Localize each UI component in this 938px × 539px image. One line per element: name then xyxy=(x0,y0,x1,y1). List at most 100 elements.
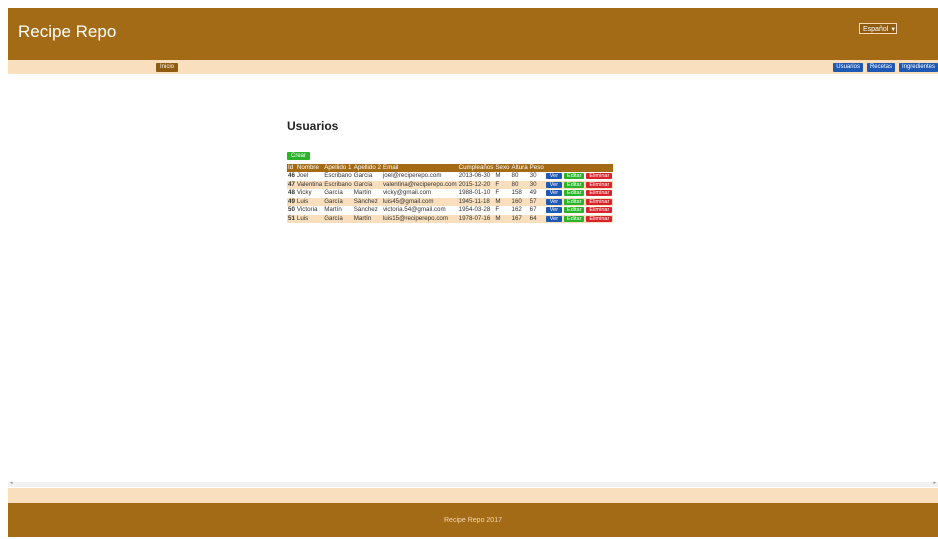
header-bar: Recipe Repo Español ▼ xyxy=(8,8,938,60)
view-button[interactable]: Ver xyxy=(545,215,563,222)
delete-button[interactable]: Eliminar xyxy=(586,181,613,188)
cell-name: Vicky xyxy=(296,189,312,196)
column-header: Apellido 1 xyxy=(324,164,352,171)
action-cell: Ver xyxy=(545,206,563,215)
table-header-row: Id Nombre Apellido 1 Apellido 2 Email Cu… xyxy=(287,164,614,172)
delete-button[interactable]: Eliminar xyxy=(586,198,613,205)
view-button[interactable]: Ver xyxy=(545,190,563,196)
cell-id: 47 xyxy=(288,180,295,188)
footer-text: Recipe Repo 2017 xyxy=(444,517,502,524)
cell-email: valentina@reciperepo.com xyxy=(382,180,457,188)
edit-button[interactable]: Editar xyxy=(564,173,585,179)
delete-button[interactable]: Eliminar xyxy=(586,173,613,179)
brand-title[interactable]: Recipe Repo xyxy=(18,22,116,42)
cell-birthday: 1945-11-18 xyxy=(458,197,490,205)
cell-weight: 49 xyxy=(529,189,537,196)
cell-surname2: Sánchez xyxy=(353,206,378,213)
view-button[interactable]: Ver xyxy=(545,207,563,213)
column-header: Peso xyxy=(529,164,544,171)
nav-recipes-button[interactable]: Recetas xyxy=(866,63,895,72)
cell-surname1: Escribano xyxy=(324,180,352,188)
cell-id: 50 xyxy=(288,206,295,213)
nav-bar: Inicio Usuarios Recetas Ingredientes xyxy=(8,60,938,74)
action-cell: Ver xyxy=(545,181,563,190)
cell-name: Luis xyxy=(296,214,309,222)
cell-weight: 30 xyxy=(529,180,537,188)
cell-surname1: García xyxy=(324,189,343,196)
cell-height: 80 xyxy=(511,172,519,179)
edit-button[interactable]: Editar xyxy=(564,215,585,222)
edit-button[interactable]: Editar xyxy=(564,190,585,196)
action-cell: Ver xyxy=(545,215,563,224)
create-button[interactable]: Crear xyxy=(287,152,311,160)
cell-email: vicky@gmail.com xyxy=(382,189,432,196)
scroll-right-icon[interactable]: ▸ xyxy=(933,480,936,486)
action-cell: Eliminar xyxy=(585,215,613,224)
edit-button[interactable]: Editar xyxy=(564,198,585,205)
footer: Recipe Repo 2017 xyxy=(8,503,938,537)
action-cell: Ver xyxy=(545,189,563,198)
language-select[interactable]: Español ▼ xyxy=(859,23,897,34)
cell-weight: 64 xyxy=(529,214,537,222)
chevron-down-icon: ▼ xyxy=(890,27,897,33)
view-button[interactable]: Ver xyxy=(545,181,563,188)
cell-surname2: Sánchez xyxy=(353,197,378,205)
action-cell: Editar xyxy=(563,215,585,224)
nav-home-button[interactable]: Inicio xyxy=(156,63,179,72)
nav-links: Usuarios Recetas Ingredientes xyxy=(833,63,938,72)
delete-button[interactable]: Eliminar xyxy=(586,207,613,213)
table-row: 51 Luis García Martín luis15@reciperepo.com 1… xyxy=(287,214,614,224)
cell-surname1: Martín xyxy=(324,206,342,213)
cell-sex: M xyxy=(495,197,501,205)
delete-button[interactable]: Eliminar xyxy=(586,215,613,222)
action-cell: Ver xyxy=(545,172,563,181)
column-header: Cumpleaños xyxy=(458,164,494,171)
nav-users-button[interactable]: Usuarios xyxy=(833,63,863,72)
cell-birthday: 1978-07-16 xyxy=(458,214,491,222)
table-row: 48 Vicky García Martín vicky@gmail.com 1988-0… xyxy=(287,189,614,198)
delete-button[interactable]: Eliminar xyxy=(586,190,613,196)
cell-email: luis15@reciperepo.com xyxy=(382,214,449,222)
cell-surname2: García xyxy=(353,172,373,179)
cell-id: 46 xyxy=(288,172,295,179)
main-content: Usuarios Crear Id Nombre Apellido 1 Apel… xyxy=(287,119,614,224)
edit-button[interactable]: Editar xyxy=(564,207,585,213)
column-header: Sexo xyxy=(495,164,510,171)
view-button[interactable]: Ver xyxy=(545,173,563,179)
action-cell: Eliminar xyxy=(585,206,613,215)
cell-surname1: García xyxy=(324,197,343,205)
cell-height: 158 xyxy=(511,189,522,196)
view-button[interactable]: Ver xyxy=(545,198,563,205)
page-title: Usuarios xyxy=(287,119,339,133)
action-cell: Eliminar xyxy=(585,198,613,207)
cell-name: Joel xyxy=(296,172,309,179)
cell-name: Valentina xyxy=(296,180,323,188)
cell-id: 48 xyxy=(288,189,295,196)
table-row: 46 Joel Escribano García joel@reciperepo.com… xyxy=(287,172,614,181)
action-cell: Editar xyxy=(563,181,585,190)
cell-weight: 30 xyxy=(529,172,537,179)
cell-weight: 57 xyxy=(529,197,537,205)
cell-sex: F xyxy=(495,206,500,213)
cell-height: 160 xyxy=(511,197,522,205)
action-cell: Eliminar xyxy=(585,189,613,198)
cell-weight: 67 xyxy=(529,206,537,213)
cell-id: 49 xyxy=(288,197,295,205)
action-cell: Editar xyxy=(563,172,585,181)
cell-email: victoria.54@gmail.com xyxy=(382,206,446,213)
column-header xyxy=(585,164,613,172)
cell-sex: M xyxy=(495,214,501,222)
action-cell: Editar xyxy=(563,206,585,215)
cell-sex: F xyxy=(495,189,500,196)
edit-button[interactable]: Editar xyxy=(564,181,585,188)
cell-birthday: 2013-06-30 xyxy=(458,172,491,179)
language-value: Español xyxy=(863,26,889,33)
column-header xyxy=(545,164,563,172)
horizontal-scrollbar[interactable]: ◂ ▸ xyxy=(8,480,938,487)
cell-id: 51 xyxy=(288,214,295,222)
scroll-left-icon[interactable]: ◂ xyxy=(10,480,13,486)
cell-birthday: 1988-01-10 xyxy=(458,189,491,196)
cell-email: luis45@gmail.com xyxy=(382,197,434,205)
column-header: Altura xyxy=(511,164,528,171)
nav-ingredients-button[interactable]: Ingredientes xyxy=(898,63,938,72)
